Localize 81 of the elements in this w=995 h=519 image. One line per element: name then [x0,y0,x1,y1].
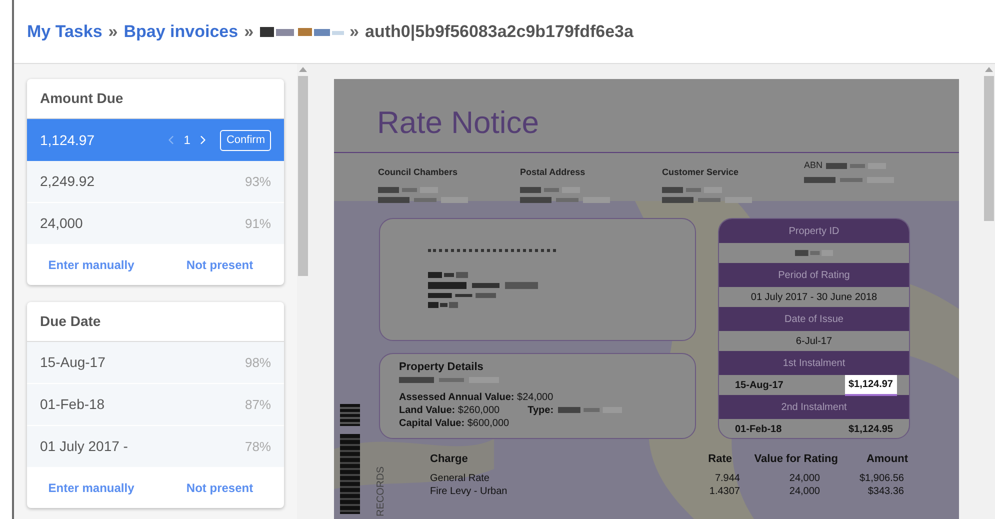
info-heading: Period of Rating [778,268,850,282]
instalment-date: 01-Feb-18 [735,422,782,436]
candidate-value: 01-Feb-18 [40,395,105,414]
scroll-thumb[interactable] [984,76,994,221]
breadcrumb-separator: » [108,20,118,43]
document-title: Rate Notice [377,104,540,138]
scroll-thumb[interactable] [298,76,308,276]
action-link[interactable]: Enter manually [48,479,134,497]
redaction-mark [428,302,458,308]
action-link[interactable]: Not present [186,256,254,274]
redaction-mark [558,407,622,413]
candidate-value: 15-Aug-17 [40,353,106,372]
redaction-mark [428,293,496,298]
barcode-mark [340,404,360,426]
instalment-amount: $1,124.97 [844,374,897,396]
contact-label: Postal Address [520,167,586,177]
candidate-row[interactable]: 2,249.92 93% [27,161,284,203]
breadcrumb-current: auth0|5b9f56083a2c9b179fdf6e3a [365,20,634,43]
column-header: Amount [865,452,908,467]
detail-line: Assessed Annual Value: $24,000 [399,390,554,404]
confidence-score: 91% [244,214,271,233]
info-heading: Property ID [788,224,840,238]
action-link[interactable]: Enter manually [48,256,134,274]
breadcrumb-link[interactable]: Bpay invoices [124,18,238,44]
redaction-mark [520,187,580,193]
candidate-value: 01 July 2017 - [40,437,128,456]
detail-line: Land Value: $260,000 [399,404,500,416]
candidate-row[interactable]: 1,124.97 1 Confirm [27,119,284,161]
detail-line: Capital Value: $600,000 [399,416,510,430]
breadcrumb-separator: » [350,20,360,43]
table-cell-text: 1.4307 [708,484,740,498]
card-title: Due Date [40,312,101,331]
scrollbar[interactable] [297,64,309,519]
contact-label: Customer Service [662,167,739,177]
redaction-mark [795,250,833,256]
scrollbar[interactable] [983,64,995,519]
section-title: Property Details [399,360,484,375]
page-number: 1 [184,132,190,149]
info-heading: 1st Instalment [782,356,846,370]
confidence-score: 93% [244,172,271,191]
info-value: 6-Jul-17 [796,334,832,348]
redaction-mark [428,272,468,278]
candidate-value: 1,124.97 [40,130,94,150]
candidate-row[interactable]: 15-Aug-17 98% [27,342,284,384]
table-cell-text: 24,000 [788,472,820,484]
table-cell-text: $1,906.56 [858,472,904,484]
confidence-score: 98% [244,354,271,372]
candidate-value: 2,249.92 [40,172,94,191]
confidence-score: 78% [244,438,271,456]
column-header: Charge [430,452,469,467]
breadcrumb-separator: » [244,20,254,43]
table-cell-text: General Rate [430,472,490,484]
instalment-amount: $1,124.95 [848,422,893,436]
action-link[interactable]: Not present [186,479,254,497]
detail-label: Type: [528,404,554,416]
candidate-row[interactable]: 01-Feb-18 87% [27,384,284,426]
redaction-mark [826,162,886,169]
candidate-row[interactable]: 24,000 91% [27,203,284,245]
breadcrumb-link[interactable]: My Tasks [27,18,102,44]
candidate-row[interactable]: 01 July 2017 - 78% [27,426,284,468]
info-heading: Date of Issue [784,312,844,326]
table-cell-text: 7.944 [714,472,740,484]
info-value: 01 July 2017 - 30 June 2018 [750,290,878,304]
redaction-mark [662,187,722,193]
table-cell-text: $343.36 [866,484,904,498]
side-label: RECORDS [374,466,388,516]
scroll-up-icon [299,66,307,72]
redaction-mark [378,187,438,193]
contact-label: Council Chambers [378,167,458,177]
confirm-button[interactable]: Confirm [220,130,271,150]
card-title: Amount Due [40,89,124,108]
info-heading: 2nd Instalment [781,400,847,414]
confidence-score: 87% [244,396,271,414]
candidate-value: 24,000 [40,214,83,233]
column-header: Rate [707,452,732,467]
table-cell-text: 24,000 [788,484,820,498]
column-header: Value for Rating [753,452,838,467]
instalment-date: 15-Aug-17 [735,378,784,392]
table-cell-text: Fire Levy - Urban [430,484,508,498]
contact-label: ABN [804,159,823,172]
scroll-up-icon [985,66,993,72]
